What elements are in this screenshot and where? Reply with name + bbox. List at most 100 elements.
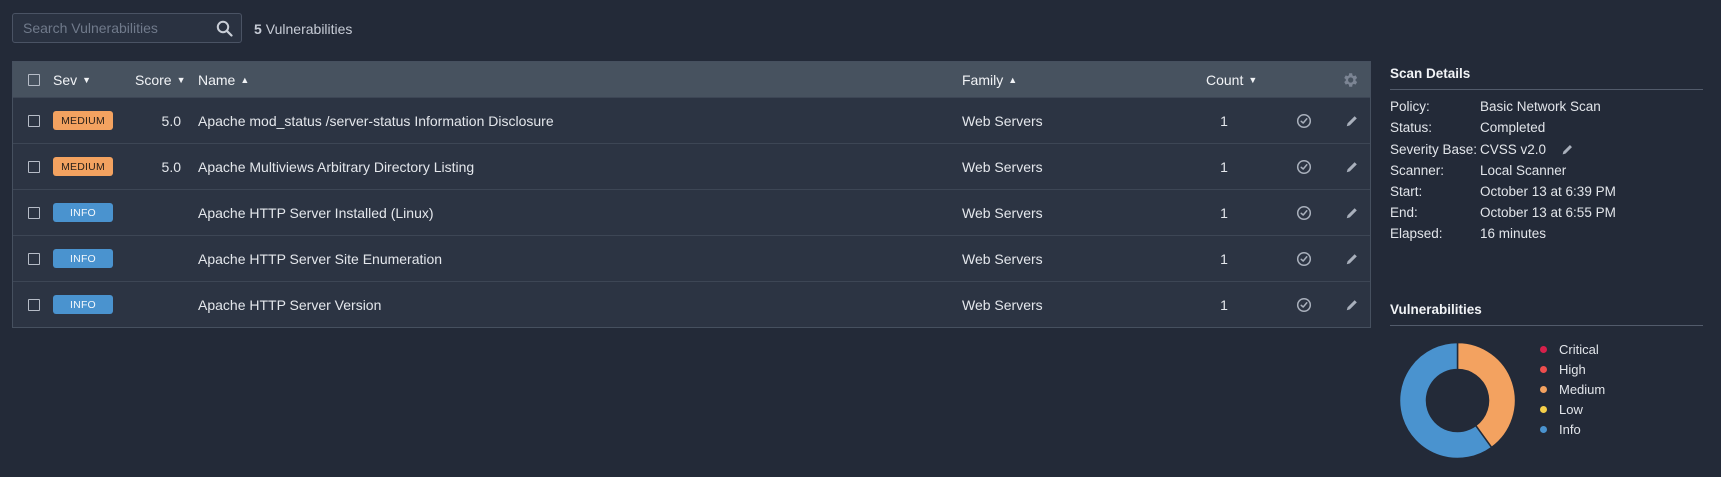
detail-elapsed-value: 16 minutes xyxy=(1480,226,1547,241)
score-cell xyxy=(133,282,181,327)
pencil-icon[interactable] xyxy=(1345,252,1359,266)
severity-cell: INFO xyxy=(53,190,113,235)
legend-label: Critical xyxy=(1559,342,1599,357)
severity-cell: INFO xyxy=(53,236,113,281)
detail-end-label: End: xyxy=(1390,205,1418,220)
detail-severity-base-value: CVSS v2.0 xyxy=(1480,142,1547,157)
legend-dot xyxy=(1540,406,1547,413)
row-checkbox[interactable] xyxy=(28,114,40,127)
resolve-action xyxy=(1296,282,1312,327)
detail-policy-value: Basic Network Scan xyxy=(1480,99,1601,114)
header-name[interactable]: Name ▲ xyxy=(198,62,249,97)
detail-scanner-label: Scanner: xyxy=(1390,163,1445,178)
legend-dot xyxy=(1540,426,1547,433)
select-all-checkbox[interactable] xyxy=(28,73,40,86)
table-row[interactable]: MEDIUM 5.0 Apache mod_status /server-sta… xyxy=(13,97,1370,143)
header-sev[interactable]: Sev ▼ xyxy=(53,62,91,97)
legend-label: Medium xyxy=(1559,382,1606,397)
edit-action xyxy=(1345,236,1359,281)
sort-desc-icon: ▼ xyxy=(82,74,92,85)
vulnerability-name[interactable]: Apache HTTP Server Version xyxy=(198,282,381,327)
check-circle-icon[interactable] xyxy=(1296,297,1312,313)
pencil-icon[interactable] xyxy=(1561,143,1574,156)
resolve-action xyxy=(1296,236,1312,281)
score-cell: 5.0 xyxy=(161,112,181,129)
severity-donut-chart xyxy=(1398,341,1517,460)
severity-badge: MEDIUM xyxy=(53,157,113,176)
detail-start-value: October 13 at 6:39 PM xyxy=(1480,184,1616,199)
vulnerability-count-label: Vulnerabilities xyxy=(265,21,353,37)
select-all-cell xyxy=(28,62,40,97)
vulnerability-name[interactable]: Apache Multiviews Arbitrary Directory Li… xyxy=(198,144,474,189)
legend-label: Low xyxy=(1559,402,1583,417)
vulnerability-name[interactable]: Apache mod_status /server-status Informa… xyxy=(198,98,554,143)
header-sev-label: Sev xyxy=(53,71,78,88)
severity-badge: INFO xyxy=(53,249,113,268)
legend-item-info: Info xyxy=(1540,422,1581,437)
row-checkbox[interactable] xyxy=(28,252,40,265)
row-checkbox[interactable] xyxy=(28,160,40,173)
header-count[interactable]: Count ▼ xyxy=(1206,62,1257,97)
family-cell: Web Servers xyxy=(962,250,1043,267)
table-row[interactable]: INFO Apache HTTP Server Site Enumeration… xyxy=(13,235,1370,281)
score-cell: 5.0 xyxy=(161,158,181,175)
legend-label: High xyxy=(1559,362,1586,377)
table-row[interactable]: INFO Apache HTTP Server Installed (Linux… xyxy=(13,189,1370,235)
row-select-cell xyxy=(28,282,40,327)
search-input[interactable] xyxy=(13,14,213,42)
sort-asc-icon: ▲ xyxy=(240,74,250,85)
resolve-action xyxy=(1296,144,1312,189)
edit-action xyxy=(1345,190,1359,235)
pencil-icon[interactable] xyxy=(1345,114,1359,128)
detail-policy-label: Policy: xyxy=(1390,99,1430,114)
gear-icon[interactable] xyxy=(1341,71,1359,89)
divider xyxy=(1390,325,1703,326)
row-checkbox[interactable] xyxy=(28,298,40,311)
check-circle-icon[interactable] xyxy=(1296,205,1312,221)
vulnerability-name[interactable]: Apache HTTP Server Site Enumeration xyxy=(198,236,442,281)
pencil-icon[interactable] xyxy=(1345,160,1359,174)
count-cell: 1 xyxy=(1220,296,1228,313)
check-circle-icon[interactable] xyxy=(1296,113,1312,129)
legend-item-high: High xyxy=(1540,362,1586,377)
divider xyxy=(1390,89,1703,90)
edit-action xyxy=(1345,144,1359,189)
count-cell: 1 xyxy=(1220,250,1228,267)
detail-scanner-value: Local Scanner xyxy=(1480,163,1567,178)
scan-details-title: Scan Details xyxy=(1390,66,1471,81)
table-row[interactable]: MEDIUM 5.0 Apache Multiviews Arbitrary D… xyxy=(13,143,1370,189)
check-circle-icon[interactable] xyxy=(1296,159,1312,175)
score-cell xyxy=(133,190,181,235)
header-family-label: Family xyxy=(962,71,1004,88)
header-family[interactable]: Family ▲ xyxy=(962,62,1017,97)
legend-dot xyxy=(1540,346,1547,353)
family-cell: Web Servers xyxy=(962,204,1043,221)
vulnerabilities-table: Sev ▼ Score ▼ Name ▲ Family ▲ Count ▼ ME… xyxy=(12,61,1371,328)
header-count-label: Count xyxy=(1206,71,1244,88)
header-score-label: Score xyxy=(135,71,172,88)
detail-status-label: Status: xyxy=(1390,120,1433,135)
search-icon[interactable] xyxy=(216,20,233,37)
column-settings xyxy=(1341,62,1359,97)
header-score[interactable]: Score ▼ xyxy=(135,62,186,97)
count-cell: 1 xyxy=(1220,158,1228,175)
resolve-action xyxy=(1296,98,1312,143)
vulnerability-count-number: 5 xyxy=(254,21,262,37)
table-header: Sev ▼ Score ▼ Name ▲ Family ▲ Count ▼ xyxy=(13,62,1370,97)
detail-start-label: Start: xyxy=(1390,184,1423,199)
search-box[interactable] xyxy=(12,13,242,43)
table-row[interactable]: INFO Apache HTTP Server Version Web Serv… xyxy=(13,281,1370,327)
row-checkbox[interactable] xyxy=(28,206,40,219)
detail-elapsed-label: Elapsed: xyxy=(1390,226,1443,241)
row-select-cell xyxy=(28,144,40,189)
vulnerability-name[interactable]: Apache HTTP Server Installed (Linux) xyxy=(198,190,434,235)
legend-label: Info xyxy=(1559,422,1581,437)
pencil-icon[interactable] xyxy=(1345,206,1359,220)
family-cell: Web Servers xyxy=(962,296,1043,313)
check-circle-icon[interactable] xyxy=(1296,251,1312,267)
detail-end-value: October 13 at 6:55 PM xyxy=(1480,205,1616,220)
legend-dot xyxy=(1540,386,1547,393)
count-cell: 1 xyxy=(1220,112,1228,129)
pencil-icon[interactable] xyxy=(1345,298,1359,312)
row-select-cell xyxy=(28,190,40,235)
